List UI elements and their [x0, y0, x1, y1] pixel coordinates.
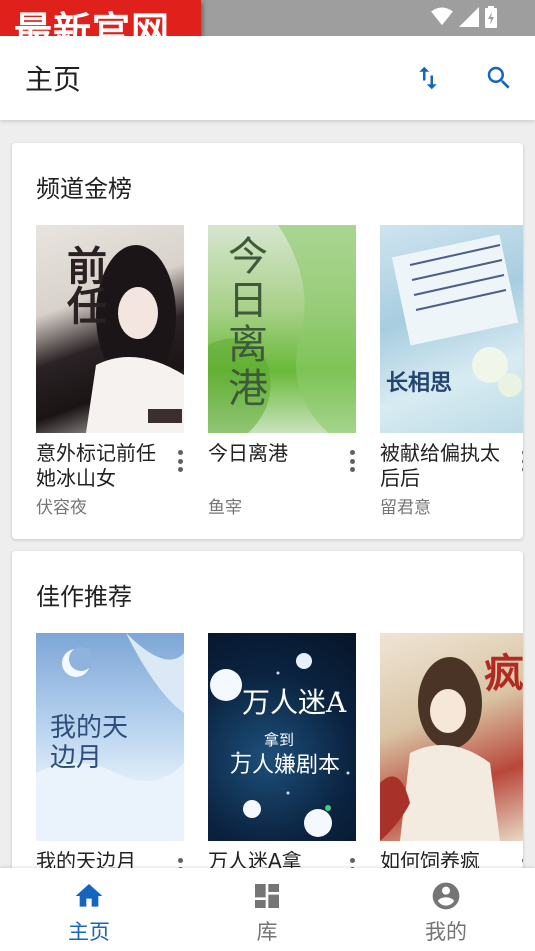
nav-item-profile[interactable]: 我的: [357, 868, 535, 951]
battery-icon: [485, 6, 497, 28]
section-card-recommended: 佳作推荐 我的天边月 我的天边月 万人迷A 拿到 万人嫌剧本 万人迷A拿 疯 如…: [12, 551, 523, 881]
book-cover[interactable]: 我的天边月: [36, 633, 184, 841]
book-item[interactable]: 疯 如何饲养疯: [380, 633, 523, 880]
book-cover[interactable]: 长相思: [380, 225, 523, 433]
wifi-icon: [431, 7, 453, 26]
book-author: 伏容夜: [36, 498, 87, 518]
page-title: 主页: [25, 63, 82, 96]
book-item[interactable]: 我的天边月 我的天边月: [36, 633, 184, 880]
book-cover[interactable]: 万人迷A 拿到 万人嫌剧本: [208, 633, 356, 841]
cover-title-text: 疯: [484, 650, 523, 697]
search-button[interactable]: [481, 60, 517, 96]
book-author: 留君意: [380, 498, 431, 518]
nav-item-home[interactable]: 主页: [0, 868, 178, 951]
cover-subtitle-text: 万人嫌剧本: [230, 753, 341, 778]
book-item[interactable]: 长相思 被献给偏执太后后 留君意: [380, 225, 523, 518]
cover-art: [391, 234, 522, 397]
book-cover[interactable]: 疯: [380, 633, 523, 841]
section-title: 佳作推荐: [36, 583, 132, 611]
book-item[interactable]: 万人迷A 拿到 万人嫌剧本 万人迷A拿: [208, 633, 356, 880]
more-vert-icon: [177, 450, 183, 455]
cover-title-text: 今日离港: [228, 234, 268, 412]
search-icon: [487, 66, 510, 89]
app-bar: 主页: [0, 36, 535, 120]
more-vert-icon: [349, 450, 355, 455]
sort-button[interactable]: [410, 60, 446, 96]
more-vert-icon: [177, 858, 183, 863]
bottom-navigation: 主页 库 我的: [0, 868, 535, 951]
cover-title-text: 前任: [60, 245, 107, 325]
more-vert-icon: [349, 858, 355, 863]
more-options-button[interactable]: [516, 449, 523, 473]
book-item[interactable]: 今日离港 今日离港 鱼宰: [208, 225, 356, 518]
more-vert-icon: [521, 450, 523, 455]
book-title: 被献给偏执太后后: [380, 441, 500, 490]
more-vert-icon: [521, 858, 523, 863]
section-title: 频道金榜: [36, 175, 132, 203]
nav-label: 库: [256, 920, 278, 944]
nav-label: 我的: [425, 920, 467, 944]
book-title: 意外标记前任她冰山女: [36, 441, 156, 490]
book-title: 今日离港: [208, 441, 288, 465]
cover-title-text: 万人迷A: [242, 686, 347, 719]
book-cover[interactable]: 今日离港: [208, 225, 356, 433]
section-card-channel-ranking: 频道金榜 前任 意外标记前任她冰山女 伏容夜 今日离港 今日离港 鱼宰 长相思 …: [12, 143, 523, 539]
book-author: 鱼宰: [208, 498, 242, 518]
book-item[interactable]: 前任 意外标记前任她冰山女 伏容夜: [36, 225, 184, 518]
more-options-button[interactable]: [172, 449, 188, 473]
cover-title-text: 我的天边月: [50, 713, 129, 773]
book-cover[interactable]: 前任: [36, 225, 184, 433]
library-grid-icon: [255, 884, 279, 908]
home-icon: [75, 884, 103, 907]
nav-label: 主页: [68, 920, 110, 944]
swap-vertical-icon: [419, 66, 437, 90]
more-options-button[interactable]: [344, 449, 360, 473]
account-circle-icon: [432, 882, 460, 910]
cover-title-text: 长相思: [386, 370, 453, 396]
signal-icon: [459, 7, 479, 27]
status-icons: [431, 6, 497, 28]
nav-item-library[interactable]: 库: [178, 868, 356, 951]
